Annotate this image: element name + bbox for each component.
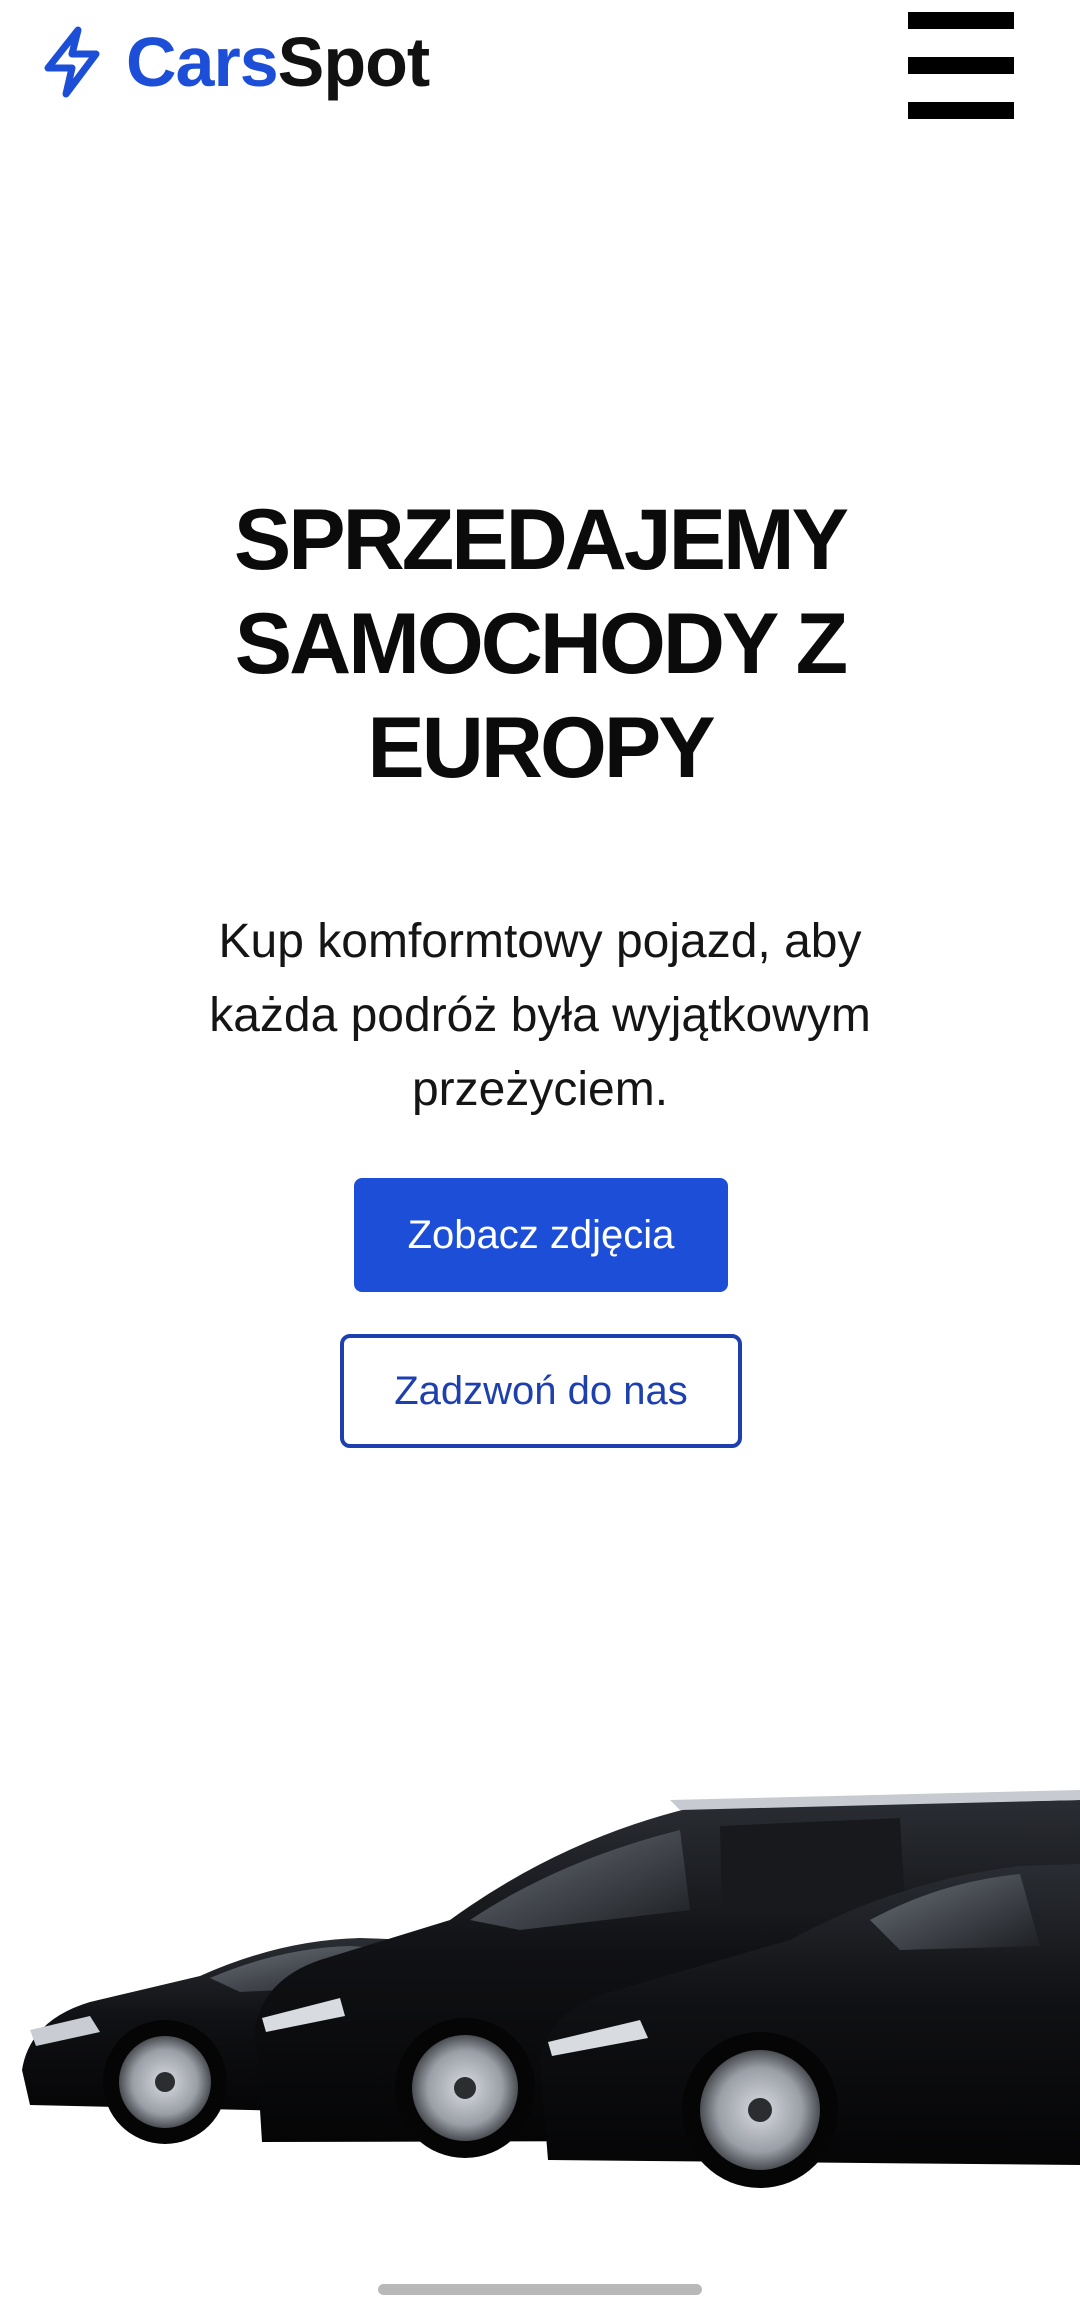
call-us-button[interactable]: Zadzwoń do nas: [340, 1334, 742, 1448]
hero-title-line-1: SPRZEDAJEMY: [233, 492, 849, 588]
hero-subtitle: Kup komformtowy pojazd, aby każda podróż…: [150, 905, 930, 1127]
lightning-bolt-icon: [40, 26, 104, 98]
logo-text-cars: Cars: [126, 23, 279, 101]
logo-text-spot: Spot: [277, 23, 431, 101]
hero-subtitle-line-2: każda podróż była wyjątkowym: [209, 989, 871, 1042]
hero-subtitle-line-3: przeżyciem.: [411, 1063, 669, 1116]
menu-bar-middle: [908, 57, 1014, 74]
menu-bar-top: [908, 12, 1014, 29]
view-photos-button[interactable]: Zobacz zdjęcia: [354, 1178, 728, 1292]
hero-title-line-3: EUROPY: [367, 700, 715, 796]
hero-title-line-2: SAMOCHODY Z: [234, 596, 848, 692]
app-header: CarsSpot: [0, 0, 1080, 130]
home-indicator[interactable]: [378, 2284, 702, 2295]
logo[interactable]: CarsSpot: [40, 22, 430, 102]
logo-text: CarsSpot: [126, 27, 430, 97]
hero-subtitle-line-1: Kup komformtowy pojazd, aby: [218, 915, 862, 968]
hero-title: SPRZEDAJEMY SAMOCHODY Z EUROPY: [140, 488, 940, 800]
cars-image: [22, 1790, 1080, 2188]
menu-bar-bottom: [908, 102, 1014, 119]
hamburger-menu-icon[interactable]: [908, 12, 1014, 119]
